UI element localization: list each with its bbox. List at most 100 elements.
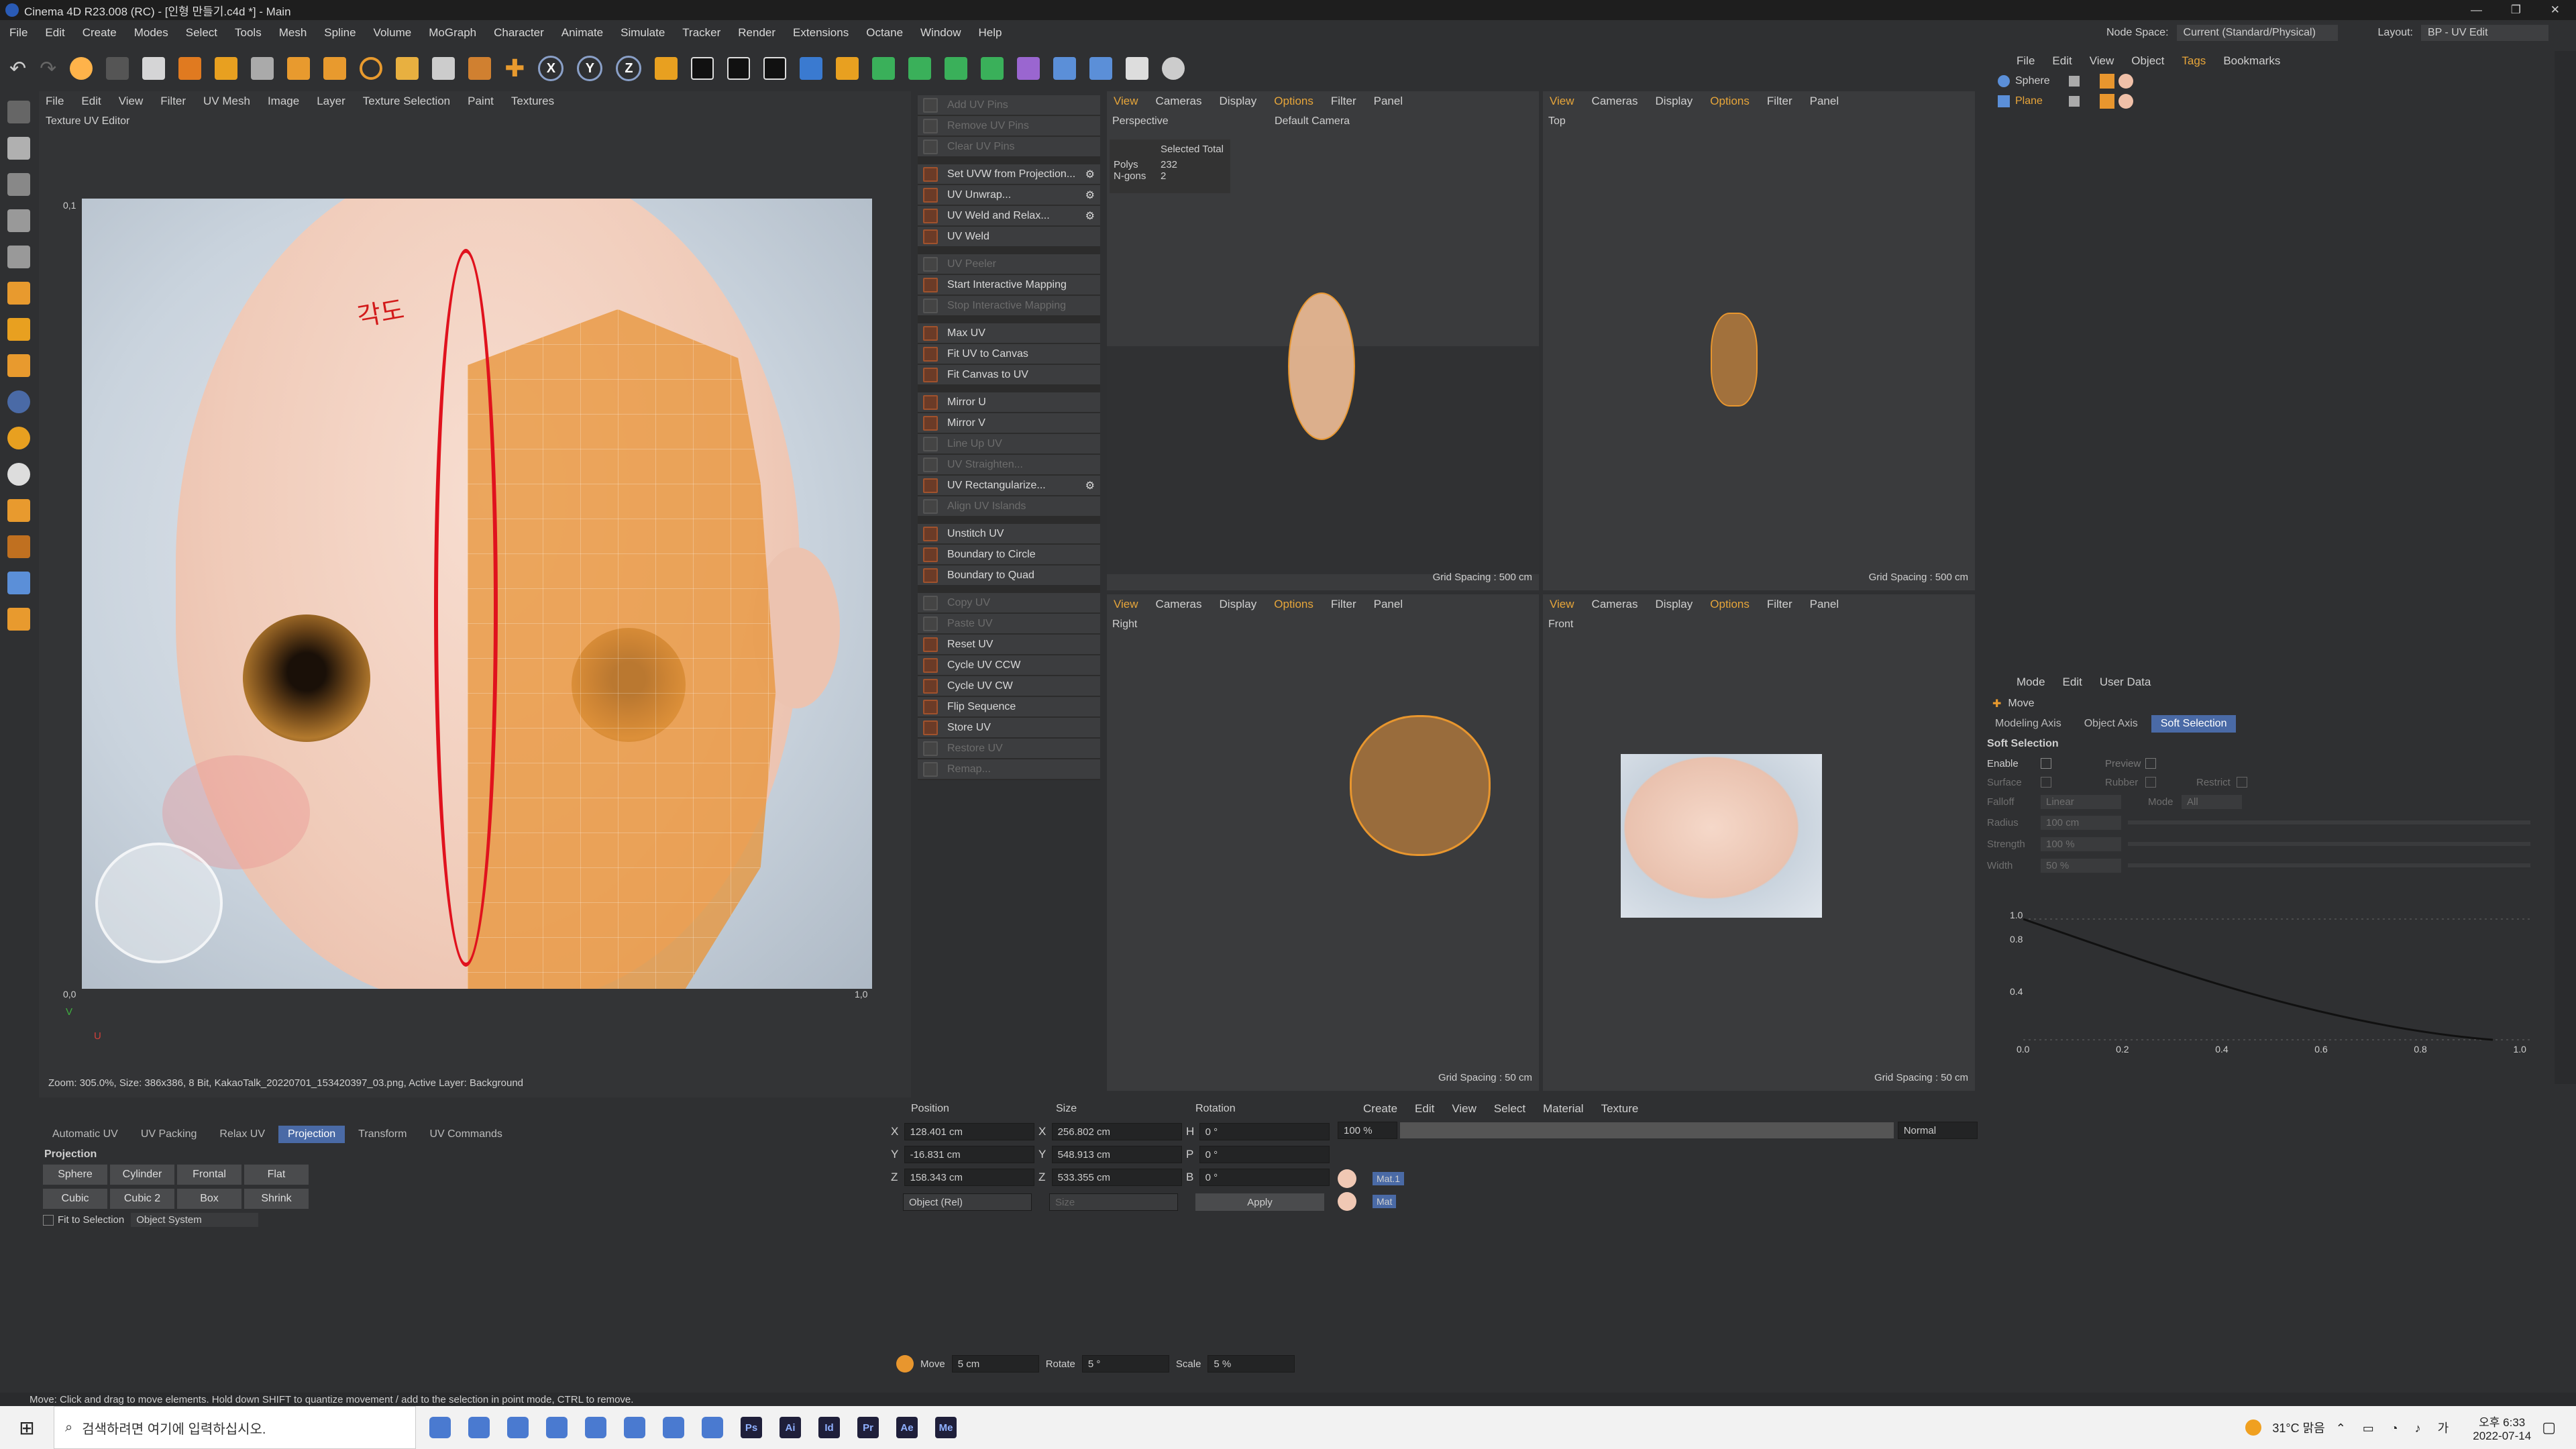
panel-menu-item[interactable]: View xyxy=(2090,54,2114,68)
attribute-tab[interactable]: Object Axis xyxy=(2075,715,2147,733)
panel-menu-item[interactable]: Object xyxy=(2131,54,2164,68)
rotate-step-field[interactable]: 5 ° xyxy=(1081,1355,1169,1373)
undo-icon[interactable]: ↶ xyxy=(9,57,26,80)
app-ai-icon[interactable]: Ai xyxy=(780,1417,801,1438)
render-region-icon[interactable] xyxy=(691,57,714,80)
model-mode-icon[interactable] xyxy=(7,137,30,160)
layout-select[interactable]: BP - UV Edit xyxy=(2421,25,2548,41)
projection-flat-button[interactable]: Flat xyxy=(244,1165,309,1185)
uv-mode-icon[interactable] xyxy=(7,318,30,341)
weather-text[interactable]: 31°C 맑음 xyxy=(2272,1419,2324,1436)
uv-menu-item[interactable]: UV Mesh xyxy=(203,95,250,108)
render-view-icon[interactable] xyxy=(727,57,751,80)
uv-manager-tab[interactable]: Automatic UV xyxy=(43,1126,127,1143)
cloner-icon[interactable] xyxy=(945,57,968,80)
menu-item-mesh[interactable]: Mesh xyxy=(279,26,307,40)
viewport-menu-item[interactable]: Cameras xyxy=(1592,95,1638,108)
menu-item-edit[interactable]: Edit xyxy=(45,26,64,40)
panel-menu-item[interactable]: Create xyxy=(1363,1102,1397,1116)
uv-command-button[interactable]: Cycle UV CW xyxy=(918,676,1100,697)
y-axis-lock-icon[interactable]: Y xyxy=(577,56,603,81)
uv-menu-item[interactable]: Filter xyxy=(160,95,186,108)
uv-tag-icon[interactable] xyxy=(2100,74,2114,89)
viewport-menu-item[interactable]: Display xyxy=(1220,598,1257,611)
viewport-menu-item[interactable]: Cameras xyxy=(1156,95,1202,108)
uv-command-button[interactable]: Add UV Pins xyxy=(918,95,1100,116)
viewport-menu-item[interactable]: View xyxy=(1114,598,1138,611)
grid-icon[interactable] xyxy=(7,572,30,594)
close-icon[interactable]: ✕ xyxy=(2551,3,2560,17)
size-x-field[interactable]: 256.802 cm xyxy=(1051,1123,1182,1140)
menu-item-character[interactable]: Character xyxy=(494,26,544,40)
points-mode-icon[interactable] xyxy=(7,209,30,232)
snap-settings-icon[interactable] xyxy=(7,427,30,449)
uv-command-button[interactable]: Stop Interactive Mapping xyxy=(918,296,1100,317)
uv-command-button[interactable]: Remap... xyxy=(918,759,1100,780)
place-tool-icon[interactable] xyxy=(432,57,455,80)
viewport-perspective[interactable]: View Cameras Display Options Filter Panel Per… xyxy=(1107,91,1539,590)
snap-icon[interactable] xyxy=(7,390,30,413)
snap-step-icon[interactable] xyxy=(896,1355,914,1373)
uv-command-button[interactable]: Max UV xyxy=(918,323,1100,344)
app-ae-icon[interactable]: Ae xyxy=(896,1417,918,1438)
uv-menu-item[interactable]: Textures xyxy=(511,95,554,108)
x-axis-lock-icon[interactable]: X xyxy=(538,56,564,81)
notification-icon[interactable]: ▢ xyxy=(2542,1419,2556,1436)
chrome-icon[interactable] xyxy=(663,1417,684,1438)
make-editable-icon[interactable] xyxy=(7,101,30,123)
menu-item-spline[interactable]: Spline xyxy=(324,26,356,40)
uv-command-button[interactable]: Fit UV to Canvas xyxy=(918,344,1100,365)
pen-icon[interactable] xyxy=(836,57,859,80)
visibility-toggle[interactable] xyxy=(2069,76,2080,87)
gear-icon[interactable]: ⚙ xyxy=(1085,209,1095,223)
material-row[interactable]: Mat.1 xyxy=(1334,1167,1978,1190)
uv-manager-tab[interactable]: Projection xyxy=(278,1126,345,1143)
width-slider[interactable] xyxy=(2128,863,2530,867)
uv-manager-tab[interactable]: UV Commands xyxy=(420,1126,511,1143)
menu-item-select[interactable]: Select xyxy=(186,26,217,40)
material-row[interactable]: Mat xyxy=(1334,1190,1978,1213)
uv-menu-item[interactable]: File xyxy=(46,95,64,108)
panel-menu-item[interactable]: User Data xyxy=(2100,676,2151,689)
uv-command-button[interactable]: Start Interactive Mapping xyxy=(918,275,1100,296)
uv-command-button[interactable]: Flip Sequence xyxy=(918,697,1100,718)
workplane-icon[interactable] xyxy=(7,463,30,486)
coordinate-mode-select[interactable]: Object (Rel) xyxy=(903,1193,1032,1211)
material-tag-icon[interactable] xyxy=(2118,94,2133,109)
camera-icon[interactable] xyxy=(1126,57,1149,80)
loop-select-icon[interactable] xyxy=(178,57,202,80)
layer-opacity-slider[interactable] xyxy=(1400,1122,1894,1138)
uv-menu-item[interactable]: Layer xyxy=(317,95,345,108)
attribute-tab[interactable]: Soft Selection xyxy=(2151,715,2237,733)
planar-workplane-icon[interactable] xyxy=(7,535,30,558)
rubber-checkbox[interactable] xyxy=(2145,777,2156,788)
viewport-menu-item[interactable]: View xyxy=(1550,598,1574,611)
material-tag-icon[interactable] xyxy=(2118,74,2133,89)
clock-time[interactable]: 오후 6:33 xyxy=(2473,1413,2531,1430)
mode-select[interactable]: All xyxy=(2182,794,2242,809)
coordinate-system-icon[interactable] xyxy=(655,57,678,80)
menu-item-help[interactable]: Help xyxy=(979,26,1002,40)
uv-command-button[interactable]: UV Rectangularize... ⚙ xyxy=(918,476,1100,496)
panel-menu-item[interactable]: File xyxy=(2017,54,2035,68)
menu-item-animate[interactable]: Animate xyxy=(561,26,603,40)
uv-canvas[interactable]: 각도 xyxy=(82,199,872,989)
uv-menu-item[interactable]: View xyxy=(119,95,144,108)
uv-manager-tab[interactable]: Transform xyxy=(349,1126,416,1143)
size-y-field[interactable]: 548.913 cm xyxy=(1051,1146,1182,1163)
panel-menu-item[interactable]: Material xyxy=(1543,1102,1583,1116)
preview-checkbox[interactable] xyxy=(2145,758,2156,769)
material-name[interactable]: Mat xyxy=(1373,1195,1397,1208)
subdivision-icon[interactable] xyxy=(872,57,896,80)
viewport-menu-item[interactable]: Filter xyxy=(1331,598,1356,611)
viewport-menu-item[interactable]: Panel xyxy=(1810,95,1839,108)
viewport-menu-item[interactable]: Cameras xyxy=(1156,598,1202,611)
viewport-menu-item[interactable]: Panel xyxy=(1374,95,1403,108)
axis-mode-icon[interactable] xyxy=(7,354,30,377)
panel-menu-item[interactable]: Edit xyxy=(1415,1102,1434,1116)
viewport-menu-item[interactable]: Options xyxy=(1710,598,1750,611)
polygon-select-icon[interactable] xyxy=(215,57,238,80)
rotation-h-field[interactable]: 0 ° xyxy=(1199,1123,1330,1140)
viewport-top[interactable]: View Cameras Display Options Filter Panel Top… xyxy=(1543,91,1975,590)
radius-field[interactable]: 100 cm xyxy=(2041,815,2121,830)
